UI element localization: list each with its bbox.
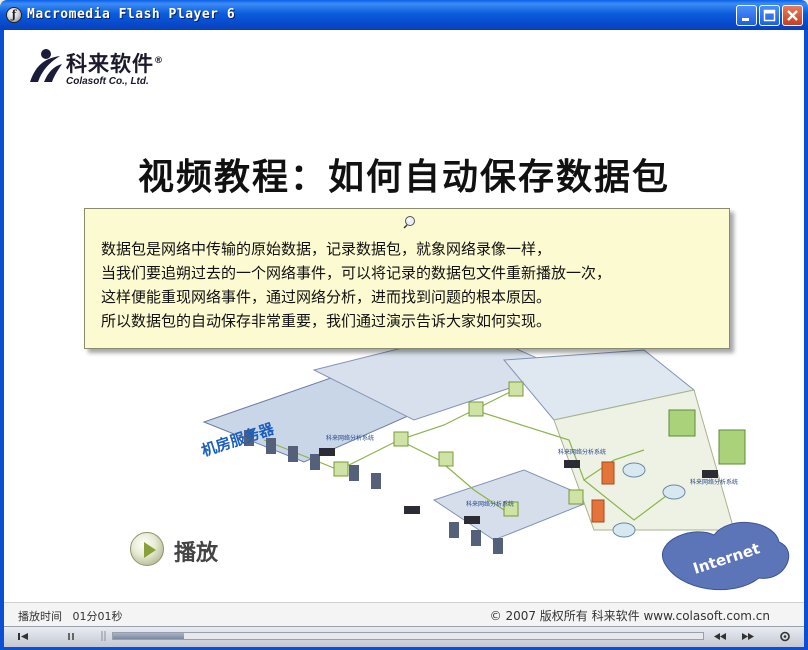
- router-icon: [612, 522, 636, 538]
- fast-forward-button[interactable]: [737, 629, 759, 644]
- maximize-button[interactable]: [759, 5, 780, 26]
- analyzer-label: 科来网络分析系统: [466, 500, 514, 508]
- play-time-value: 01分01秒: [72, 610, 123, 623]
- copyright-text: © 2007 版权所有 科来软件 www.colasoft.com.cn: [489, 609, 770, 623]
- analyzer-icon: [702, 470, 718, 478]
- switch-icon: [468, 401, 484, 417]
- note-line: 当我们要追朔过去的一个网络事件，可以将记录的数据包文件重新播放一次，: [101, 264, 612, 282]
- close-button[interactable]: [782, 5, 803, 26]
- progress-fill: [113, 633, 184, 639]
- flash-stage: 科来软件® Colasoft Co., Ltd. 视频教程：如何自动保存数据包: [4, 30, 804, 602]
- server-icon: [449, 522, 459, 538]
- analyzer-icon: [464, 516, 480, 524]
- switch-icon: [438, 451, 454, 467]
- server-icon: [288, 446, 298, 462]
- server-icon: [371, 473, 381, 489]
- logo-english-name: Colasoft Co., Ltd.: [66, 76, 149, 87]
- progress-grip[interactable]: [100, 629, 108, 643]
- firewall-icon: [601, 461, 615, 485]
- analyzer-label: 科来网络分析系统: [690, 478, 738, 486]
- analyzer-icon: [319, 448, 335, 456]
- analyzer-icon: [404, 506, 420, 514]
- note-line: 这样便能重现网络事件，通过网络分析，进而找到问题的根本原因。: [101, 288, 552, 306]
- rewind-button[interactable]: [709, 629, 731, 644]
- note-text: 数据包是网络中传输的原始数据，记录数据包，就象网络录像一样， 当我们要追朔过去的…: [101, 237, 611, 333]
- play-time: 播放时间 01分01秒: [18, 608, 123, 624]
- rewind-to-start-button[interactable]: [12, 629, 34, 644]
- analyzer-label: 科来网络分析系统: [558, 448, 606, 456]
- title-bar[interactable]: ƒ Macromedia Flash Player 6: [0, 0, 808, 30]
- colasoft-logo: 科来软件® Colasoft Co., Ltd.: [26, 46, 186, 94]
- player-controls: [4, 626, 804, 647]
- note-line: 数据包是网络中传输的原始数据，记录数据包，就象网络录像一样，: [101, 240, 552, 258]
- server-icon: [471, 530, 481, 546]
- building-icon: [718, 429, 746, 465]
- rewind-to-start-icon: [18, 633, 28, 640]
- analyzer-icon: [564, 460, 580, 468]
- switch-icon: [333, 461, 349, 477]
- window-title: Macromedia Flash Player 6: [27, 7, 236, 22]
- server-icon: [349, 465, 359, 481]
- settings-icon: [780, 631, 790, 642]
- logo-chinese-name: 科来软件®: [66, 52, 164, 76]
- explanation-note: 数据包是网络中传输的原始数据，记录数据包，就象网络录像一样， 当我们要追朔过去的…: [84, 208, 730, 349]
- router-icon: [662, 484, 686, 500]
- switch-icon: [393, 431, 409, 447]
- minimize-button[interactable]: [736, 5, 757, 26]
- flash-player-icon[interactable]: ƒ: [6, 7, 22, 23]
- switch-icon: [508, 381, 524, 397]
- pause-button[interactable]: [60, 629, 82, 644]
- server-icon: [493, 538, 503, 554]
- play-time-label: 播放时间: [18, 610, 62, 623]
- firewall-icon: [591, 499, 605, 523]
- play-icon[interactable]: [130, 532, 164, 566]
- switch-icon: [568, 489, 584, 505]
- colasoft-logo-icon: [30, 49, 62, 82]
- server-icon: [310, 454, 320, 470]
- settings-button[interactable]: [774, 629, 796, 644]
- pushpin-icon: [403, 216, 415, 229]
- fast-forward-icon: [742, 633, 754, 640]
- rewind-icon: [714, 633, 726, 640]
- close-icon: [787, 10, 798, 21]
- progress-track[interactable]: [112, 632, 704, 640]
- maximize-icon: [763, 9, 776, 22]
- minimize-icon: [742, 18, 749, 21]
- building-icon: [668, 409, 696, 437]
- slide-title: 视频教程：如何自动保存数据包: [137, 156, 670, 198]
- status-bar: 播放时间 01分01秒 © 2007 版权所有 科来软件 www.colasof…: [4, 602, 804, 627]
- pause-icon: [68, 633, 74, 640]
- play-label[interactable]: 播放: [174, 535, 218, 567]
- analyzer-label: 科来网络分析系统: [326, 434, 374, 442]
- router-icon: [622, 462, 646, 478]
- note-line: 所以数据包的自动保存非常重要，我们通过演示告诉大家如何实现。: [101, 312, 552, 330]
- server-icon: [266, 438, 276, 454]
- network-diagram: Internet 机房服务器 科来网络分析系统 科来网络分析系统 科来网络分析系…: [199, 330, 790, 591]
